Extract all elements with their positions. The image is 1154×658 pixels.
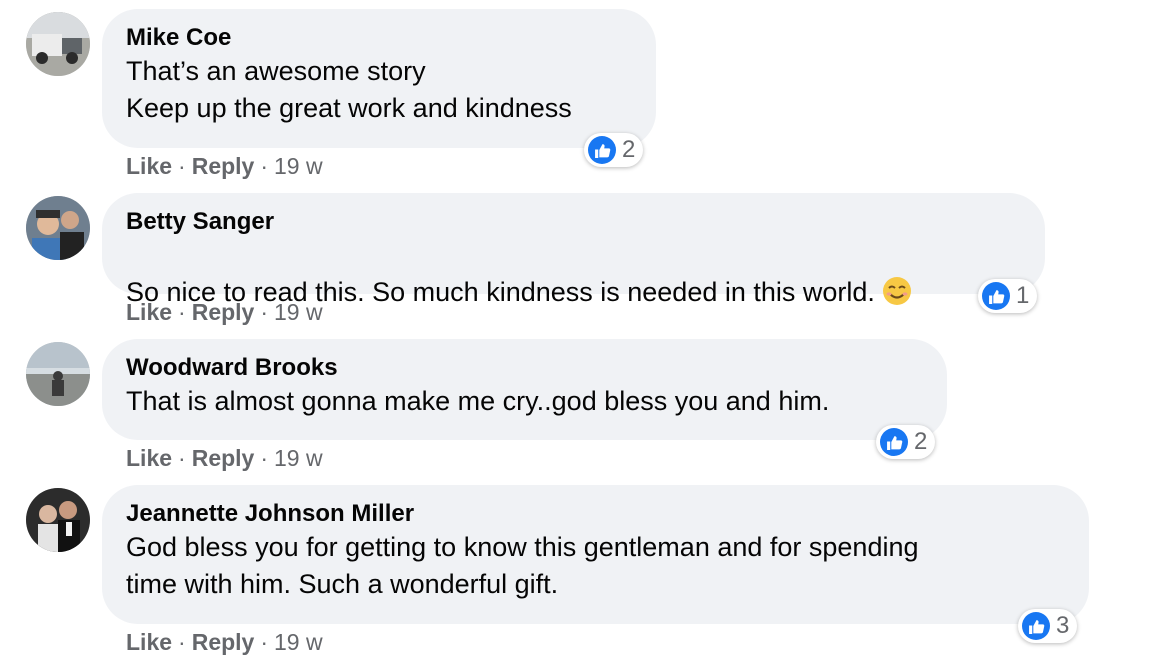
- separator-dot: ·: [178, 629, 186, 655]
- timestamp[interactable]: 19 w: [274, 151, 323, 181]
- comment-text-line: Keep up the great work and kindness: [126, 93, 572, 123]
- reaction-badge[interactable]: 1: [978, 279, 1038, 313]
- reaction-count: 1: [1016, 282, 1030, 309]
- thumbs-up-icon: [1022, 612, 1050, 640]
- comment-text-line: That’s an awesome story: [126, 56, 426, 86]
- avatar[interactable]: [26, 342, 90, 406]
- timestamp[interactable]: 19 w: [274, 627, 323, 657]
- comment-bubble: Mike Coe That’s an awesome story Keep up…: [102, 9, 656, 148]
- separator-dot: ·: [178, 153, 186, 179]
- thumbs-up-icon: [588, 136, 616, 164]
- separator-dot: ·: [260, 445, 269, 471]
- smiling-face-icon: [881, 275, 913, 307]
- comment-author[interactable]: Woodward Brooks: [126, 353, 923, 383]
- avatar[interactable]: [26, 12, 90, 76]
- comment-actions: Like · Reply · 19 w: [126, 627, 323, 657]
- comment-text-line: God bless you for getting to know this g…: [126, 532, 919, 562]
- reaction-count: 2: [622, 136, 636, 163]
- comment-text-line: time with him. Such a wonderful gift.: [126, 569, 559, 599]
- reply-link[interactable]: Reply: [192, 627, 255, 657]
- like-link[interactable]: Like: [126, 627, 172, 657]
- comment-author[interactable]: Jeannette Johnson Miller: [126, 499, 1065, 529]
- comment-actions: Like · Reply · 19 w: [126, 151, 323, 181]
- avatar-beach-photo: [26, 342, 90, 406]
- comment-author[interactable]: Betty Sanger: [126, 207, 1021, 237]
- like-link[interactable]: Like: [126, 443, 172, 473]
- avatar-people-photo: [26, 196, 90, 260]
- comment-text-line: That is almost gonna make me cry..god bl…: [126, 386, 830, 416]
- comment-author[interactable]: Mike Coe: [126, 23, 632, 53]
- avatar[interactable]: [26, 196, 90, 260]
- avatar-couple-photo: [26, 488, 90, 552]
- comment-actions: Like · Reply · 19 w: [126, 443, 323, 473]
- reaction-count: 3: [1056, 612, 1070, 639]
- comment-bubble: Jeannette Johnson Miller God bless you f…: [102, 485, 1089, 624]
- avatar-truck-photo: [26, 12, 90, 76]
- comment-actions: Like · Reply · 19 w: [126, 297, 323, 327]
- like-link[interactable]: Like: [126, 151, 172, 181]
- separator-dot: ·: [178, 299, 186, 325]
- reaction-badge[interactable]: 2: [876, 425, 936, 459]
- thumbs-up-icon: [880, 428, 908, 456]
- comment-bubble: Woodward Brooks That is almost gonna mak…: [102, 339, 947, 440]
- like-link[interactable]: Like: [126, 297, 172, 327]
- separator-dot: ·: [260, 153, 269, 179]
- comment-bubble: Betty Sanger So nice to read this. So mu…: [102, 193, 1045, 307]
- reply-link[interactable]: Reply: [192, 151, 255, 181]
- timestamp[interactable]: 19 w: [274, 443, 323, 473]
- separator-dot: ·: [260, 299, 269, 325]
- reaction-count: 2: [914, 428, 928, 455]
- reply-link[interactable]: Reply: [192, 297, 255, 327]
- reaction-badge[interactable]: 2: [584, 133, 644, 167]
- separator-dot: ·: [260, 629, 269, 655]
- avatar[interactable]: [26, 488, 90, 552]
- reply-link[interactable]: Reply: [192, 443, 255, 473]
- thumbs-up-icon: [982, 282, 1010, 310]
- timestamp[interactable]: 19 w: [274, 297, 323, 327]
- reaction-badge[interactable]: 3: [1018, 609, 1078, 643]
- separator-dot: ·: [178, 445, 186, 471]
